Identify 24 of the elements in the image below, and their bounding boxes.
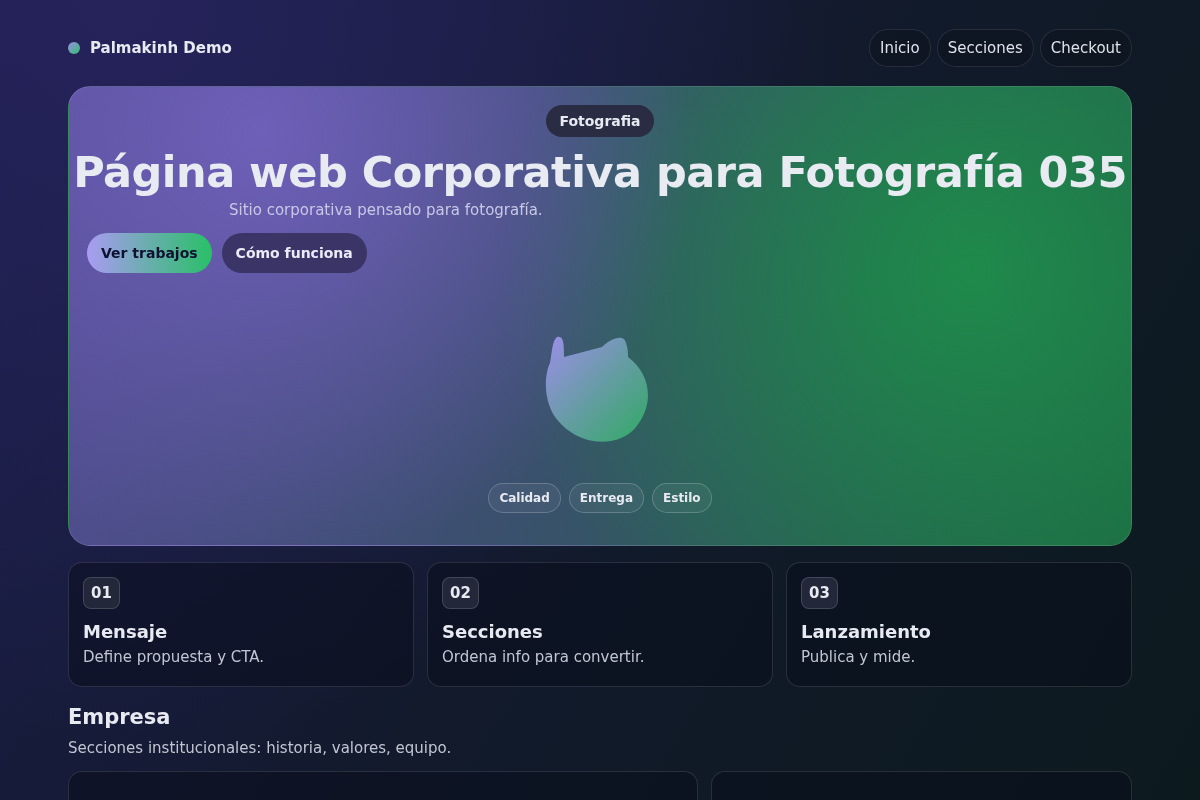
hero-button[interactable]: Cómo funciona — [221, 233, 367, 273]
feature-tag: Estilo — [652, 483, 712, 513]
hero-title: Página web Corporativa para Fotografía 035 — [73, 147, 1127, 197]
step-number: 01 — [83, 577, 120, 609]
nav-link[interactable]: Checkout — [1039, 29, 1132, 67]
step-number: 02 — [442, 577, 479, 609]
logo-dot-icon — [68, 42, 80, 54]
step-number: 03 — [801, 577, 838, 609]
feature-tag: Entrega — [568, 483, 645, 513]
hero-subtitle: Sitio corporativa pensado para fotografía. — [229, 201, 543, 219]
nav-link[interactable]: Inicio — [868, 29, 931, 67]
category-badge: Fotografia — [546, 105, 654, 137]
step-title: Secciones — [442, 621, 544, 642]
step-text: Publica y mide. — [801, 648, 917, 666]
step-title: Lanzamiento — [801, 621, 932, 642]
section-title: Empresa — [68, 705, 172, 729]
section-text: Secciones institucionales: historia, valores, equipo. — [68, 739, 453, 757]
nav-link[interactable]: Secciones — [936, 29, 1034, 67]
step-title: Mensaje — [83, 621, 169, 642]
hero-button[interactable]: Ver trabajos — [87, 233, 212, 273]
brand-name[interactable]: Palmakinh Demo — [90, 39, 232, 57]
step-text: Ordena info para convertir. — [442, 648, 646, 666]
step-text: Define propuesta y CTA. — [83, 648, 266, 666]
feature-tag: Calidad — [488, 483, 561, 513]
